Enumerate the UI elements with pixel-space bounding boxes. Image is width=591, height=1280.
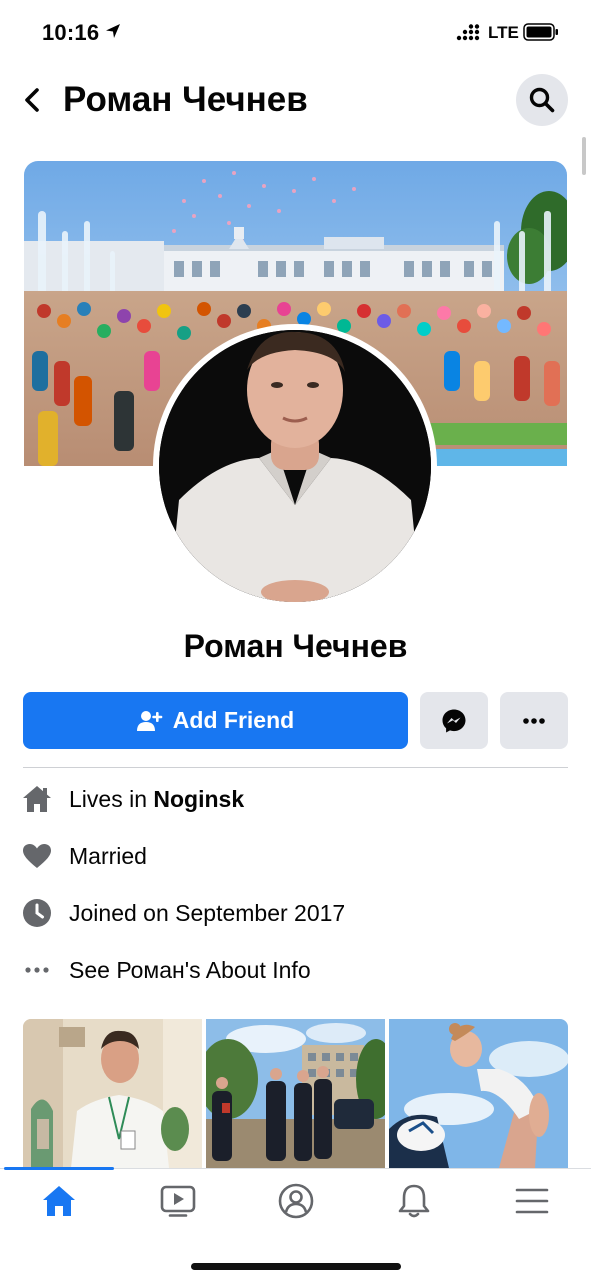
home-icon <box>43 1186 75 1216</box>
more-options-button[interactable] <box>500 692 568 749</box>
info-about[interactable]: See Роман's About Info <box>20 950 580 990</box>
chevron-left-icon <box>25 88 39 112</box>
relationship-text: Married <box>69 842 147 869</box>
search-button[interactable] <box>516 74 568 126</box>
person-add-icon <box>136 710 163 731</box>
info-lives-in: Lives in Noginsk <box>20 779 580 819</box>
joined-text: Joined on September 2017 <box>69 899 346 926</box>
location-arrow-icon <box>106 24 120 38</box>
photo-thumbnail[interactable] <box>206 1019 385 1168</box>
add-friend-button[interactable]: Add Friend <box>23 692 408 749</box>
lives-in-city[interactable]: Noginsk <box>153 786 244 812</box>
message-button[interactable] <box>420 692 488 749</box>
tab-profile[interactable] <box>266 1179 326 1223</box>
more-horizontal-icon <box>523 717 545 724</box>
tab-home[interactable] <box>29 1179 89 1223</box>
ellipsis-icon <box>20 953 54 987</box>
bell-icon <box>398 1184 430 1218</box>
lives-in-text: Lives in Noginsk <box>69 786 244 813</box>
lives-in-prefix: Lives in <box>69 785 154 812</box>
search-icon <box>529 87 555 113</box>
photo-image <box>23 1019 202 1168</box>
info-relationship: Married <box>20 836 580 876</box>
profile-name: Роман Чечнев <box>183 628 408 664</box>
heart-icon <box>20 839 54 873</box>
photo-image <box>389 1019 568 1168</box>
house-icon <box>20 782 54 816</box>
home-indicator <box>191 1263 401 1270</box>
bottom-tab-bar <box>0 1167 591 1280</box>
video-icon <box>160 1185 196 1217</box>
add-friend-label: Add Friend <box>172 707 295 733</box>
info-joined: Joined on September 2017 <box>20 893 580 933</box>
profile-header: Роман Чечнев <box>0 62 591 140</box>
status-time: 10:16 <box>42 20 100 45</box>
section-divider <box>23 767 568 768</box>
network-type: LTE <box>488 23 519 42</box>
profile-picture-frame[interactable] <box>153 324 437 608</box>
active-tab-indicator <box>4 1167 114 1170</box>
messenger-icon <box>442 709 466 732</box>
back-button[interactable] <box>14 82 50 118</box>
profile-icon <box>278 1183 314 1219</box>
tab-watch[interactable] <box>148 1179 208 1223</box>
scroll-indicator <box>582 137 586 175</box>
profile-picture[interactable] <box>159 330 431 602</box>
see-about-info-link[interactable]: See Роман's About Info <box>69 957 311 984</box>
photo-image <box>206 1019 385 1168</box>
photo-thumbnail[interactable] <box>23 1019 202 1168</box>
avatar-image <box>159 330 431 602</box>
tab-menu[interactable] <box>502 1179 562 1223</box>
tab-notifications[interactable] <box>384 1179 444 1223</box>
page-title: Роман Чечнев <box>63 80 308 119</box>
battery-icon <box>523 23 558 41</box>
status-bar: 10:16 LTE <box>0 0 591 62</box>
clock-icon <box>20 896 54 930</box>
menu-icon <box>515 1188 549 1214</box>
photo-thumbnail[interactable] <box>389 1019 568 1168</box>
cellular-signal-icon <box>456 24 480 41</box>
